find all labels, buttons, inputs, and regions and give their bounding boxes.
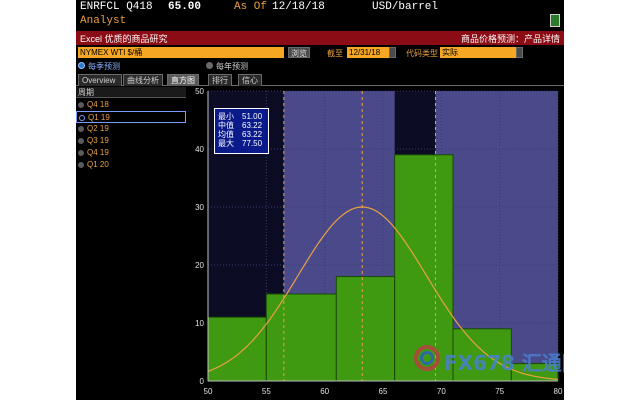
- radio-dot-icon: [78, 150, 84, 156]
- histogram-bar: [265, 293, 337, 382]
- cutoff-date-field[interactable]: 12/31/18: [347, 47, 389, 58]
- tab-histogram[interactable]: 直方图: [167, 74, 199, 86]
- stat-max: 最大 77.50: [218, 139, 263, 148]
- stat-mean: 均值 63.22: [218, 130, 263, 139]
- histogram-bar: [335, 276, 396, 382]
- y-tick-label: 0: [200, 377, 205, 386]
- period-label: Q4 19: [87, 148, 109, 157]
- title-bar: Excel 优质的商品研究 商品价格预测：产品详情: [76, 31, 564, 45]
- radio-quarterly[interactable]: [78, 62, 85, 69]
- tab-strip: Overview 曲线分析 直方图 排行 信心: [76, 73, 564, 86]
- histogram-bar: [207, 316, 267, 382]
- control-bar: NYMEX WTI $/桶 浏览 截至 12/31/18 代码类型 实际: [76, 46, 564, 59]
- asof-label: As Of: [234, 1, 268, 13]
- asof-date: 12/18/18: [272, 1, 325, 13]
- tab-ranking[interactable]: 排行: [208, 74, 232, 86]
- ticker: ENRFCL Q418: [80, 1, 153, 13]
- x-tick-label: 65: [379, 387, 388, 396]
- radio-quarterly-label: 每季预测: [88, 62, 120, 71]
- y-tick-label: 40: [195, 145, 204, 154]
- x-tick-label: 50: [204, 387, 213, 396]
- chevron-down-icon[interactable]: [516, 47, 523, 58]
- code-type-label: 代码类型: [406, 49, 438, 58]
- radio-dot-icon: [78, 102, 84, 108]
- logo-inner-ring-icon: [420, 351, 434, 365]
- period-label: Q1 20: [87, 160, 109, 169]
- y-tick-label: 10: [195, 319, 204, 328]
- radio-dot-icon: [78, 162, 84, 168]
- y-tick-label: 20: [195, 261, 204, 270]
- forecast-radios: 每季预测 每年预测: [76, 61, 564, 73]
- period-list: 周期 Q4 18 Q1 19 Q2 19 Q3 19 Q4 19 Q1 20: [76, 87, 186, 400]
- period-item[interactable]: Q2 19: [76, 123, 186, 135]
- watermark-logo: FX678 汇通网: [414, 345, 564, 375]
- header-row: ENRFCL Q418 65.00 As Of 12/18/18 USD/bar…: [76, 0, 564, 14]
- period-label: Q4 18: [87, 100, 109, 109]
- date-stepper[interactable]: [389, 47, 396, 58]
- period-label: Q3 19: [87, 136, 109, 145]
- stat-median: 中值 63.22: [218, 121, 263, 130]
- period-label: Q2 19: [87, 124, 109, 133]
- radio-dot-icon: [78, 138, 84, 144]
- stats-box: 最小 51.00 中值 63.22 均值 63.22 最大 77.50: [214, 108, 269, 154]
- period-header: 周期: [76, 87, 186, 98]
- period-label: Q1 19: [88, 113, 110, 122]
- x-tick-label: 55: [262, 387, 271, 396]
- last-price: 65.00: [168, 1, 202, 13]
- tab-confidence[interactable]: 信心: [238, 74, 262, 86]
- tab-curve[interactable]: 曲线分析: [123, 74, 163, 86]
- y-tick-label: 50: [195, 87, 204, 96]
- stat-min: 最小 51.00: [218, 112, 263, 121]
- code-type-select[interactable]: 实际: [440, 47, 516, 58]
- radio-annual[interactable]: [206, 62, 213, 69]
- x-tick-label: 60: [320, 387, 329, 396]
- period-item[interactable]: Q4 18: [76, 99, 186, 111]
- y-tick-label: 30: [195, 203, 204, 212]
- browse-button[interactable]: 浏览: [288, 47, 310, 58]
- title-left: Excel 优质的商品研究: [80, 34, 168, 44]
- x-tick-label: 80: [554, 387, 563, 396]
- period-item[interactable]: Q4 19: [76, 147, 186, 159]
- tab-overview[interactable]: Overview: [78, 74, 122, 86]
- export-icon[interactable]: [550, 14, 560, 27]
- units: USD/barrel: [372, 1, 439, 13]
- security-field[interactable]: NYMEX WTI $/桶: [78, 47, 284, 58]
- period-item[interactable]: Q1 20: [76, 159, 186, 171]
- x-tick-label: 70: [437, 387, 446, 396]
- period-item[interactable]: Q3 19: [76, 135, 186, 147]
- x-tick-label: 75: [495, 387, 504, 396]
- subtitle: Analyst: [80, 15, 127, 27]
- watermark-text: FX678 汇通网: [444, 351, 564, 375]
- radio-dot-icon: [79, 115, 85, 121]
- radio-dot-icon: [78, 126, 84, 132]
- cutoff-label: 截至: [327, 49, 343, 58]
- period-item[interactable]: Q1 19: [76, 111, 186, 123]
- radio-annual-label: 每年预测: [216, 62, 248, 71]
- terminal-window: ENRFCL Q418 65.00 As Of 12/18/18 USD/bar…: [76, 0, 564, 400]
- title-right: 商品价格预测：产品详情: [460, 34, 560, 44]
